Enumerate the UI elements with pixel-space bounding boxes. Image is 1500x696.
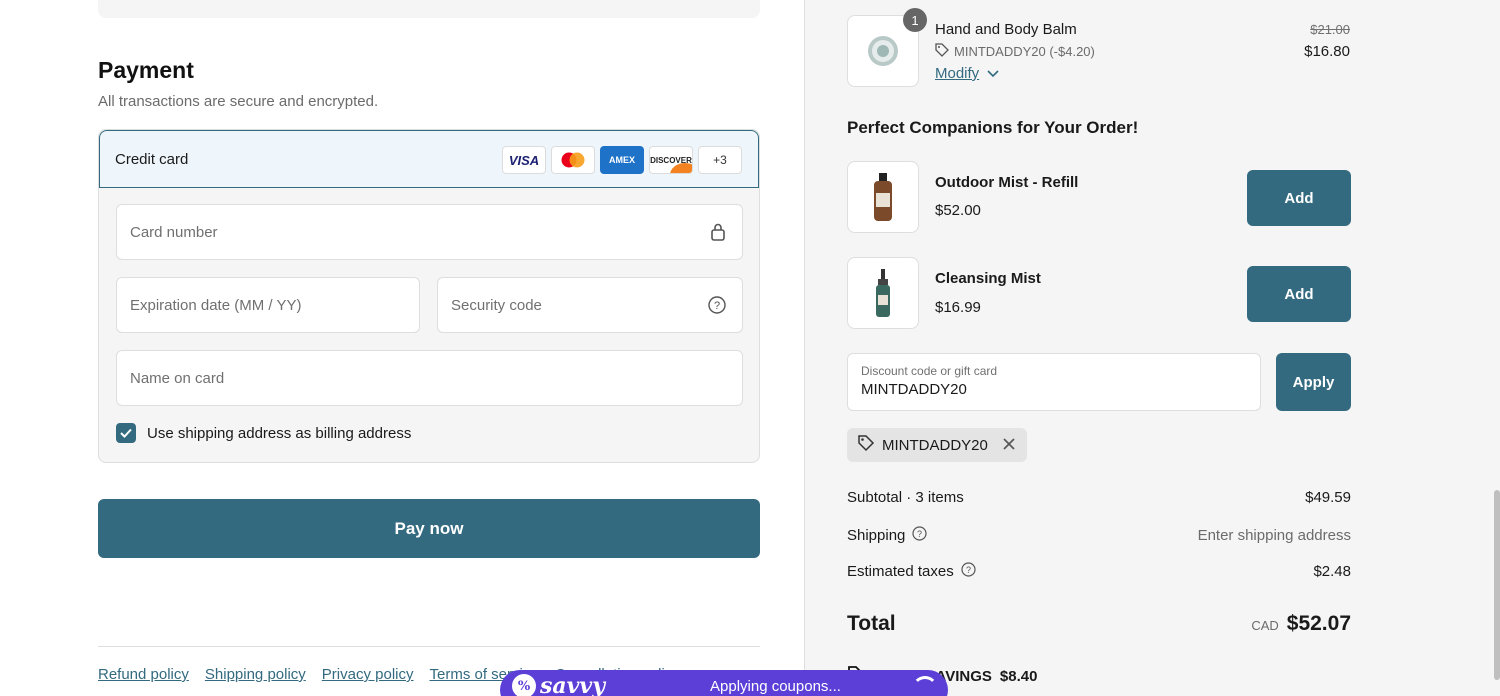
taxes-row: Estimated taxes ? $2.48 [847,562,1351,581]
payment-section: Payment All transactions are secure and … [0,0,804,696]
savings-value: $8.40 [999,667,1038,685]
help-circle-icon[interactable]: ? [961,562,976,581]
expiration-date-field[interactable]: Expiration date (MM / YY) [116,277,420,333]
chevron-down-icon [987,65,999,82]
discounted-price: $16.80 [1304,43,1350,60]
svg-text:?: ? [966,565,971,575]
discover-logo: DISCOVER [649,146,693,174]
companion-price: $16.99 [935,299,981,316]
shipping-value: Enter shipping address [1197,527,1351,544]
shipping-label: Shipping [847,527,906,544]
security-code-field[interactable]: Security code ? [437,277,743,333]
pay-now-button[interactable]: Pay now [98,499,760,558]
apply-button[interactable]: Apply [1276,353,1351,411]
visa-logo: VISA [502,146,546,174]
card-number-placeholder: Card number [130,223,218,241]
subtotal-label: Subtotal · 3 items [847,489,964,506]
previous-section-card [98,0,760,18]
modify-link[interactable]: Modify [935,65,999,82]
credit-card-label: Credit card [115,150,189,168]
savvy-status: Applying coupons... [710,678,841,695]
item-discount-text: MINTDADDY20 (-$4.20) [954,44,1095,59]
total-row: Total CAD $52.07 [847,612,1351,636]
discount-code-input[interactable]: Discount code or gift card MINTDADDY20 [847,353,1261,411]
percent-icon: % [512,674,536,696]
loading-spinner-icon [912,676,938,696]
total-value: $52.07 [1286,612,1351,635]
shipping-row: Shipping ? Enter shipping address [847,526,1351,545]
shipping-policy-link[interactable]: Shipping policy [205,666,306,683]
savvy-brand: savvy [540,673,605,696]
companion-price: $52.00 [935,202,981,219]
lock-icon [710,222,726,246]
companions-title: Perfect Companions for Your Order! [847,118,1139,137]
help-circle-icon[interactable]: ? [708,296,726,318]
remove-code-icon[interactable] [1003,437,1015,454]
add-outdoor-mist-button[interactable]: Add [1247,170,1351,226]
billing-checkbox[interactable] [116,423,136,443]
discount-input-label: Discount code or gift card [861,364,998,378]
subtotal-value: $49.59 [1305,489,1351,506]
order-summary: 1 Hand and Body Balm MINTDADDY20 (-$4.20… [804,0,1500,696]
svg-text:?: ? [917,529,922,539]
payment-title: Payment [98,57,194,83]
total-label: Total [847,612,896,635]
card-number-field[interactable]: Card number [116,204,743,260]
product-thumbnail-cleansing-mist [847,257,919,329]
mastercard-logo [551,146,595,174]
tag-icon [857,434,875,456]
taxes-label: Estimated taxes [847,563,954,580]
refund-policy-link[interactable]: Refund policy [98,666,189,683]
product-thumbnail-outdoor-mist [847,161,919,233]
item-name: Hand and Body Balm [935,21,1077,38]
item-discount: MINTDADDY20 (-$4.20) [935,43,1095,60]
security-code-placeholder: Security code [451,296,542,314]
scrollbar[interactable] [1494,490,1500,680]
more-cards-badge: +3 [698,146,742,174]
subtotal-row: Subtotal · 3 items $49.59 [847,489,1351,506]
expiration-placeholder: Expiration date (MM / YY) [130,296,302,314]
tag-icon [935,43,949,60]
savvy-logo: % savvy [512,673,605,696]
discount-input-value: MINTDADDY20 [861,381,967,398]
billing-address-option[interactable]: Use shipping address as billing address [116,423,411,443]
companion-name: Cleansing Mist [935,270,1041,287]
modify-label: Modify [935,65,980,82]
add-cleansing-mist-button[interactable]: Add [1247,266,1351,322]
taxes-value: $2.48 [1313,563,1351,580]
svg-text:?: ? [714,300,720,312]
applied-code: MINTDADDY20 [882,436,988,454]
currency-code: CAD [1251,618,1279,633]
companion-name: Outdoor Mist - Refill [935,174,1079,191]
savvy-extension-bar[interactable]: % savvy Applying coupons... [500,670,948,696]
original-price: $21.00 [1310,22,1350,37]
amex-logo: AMEX [600,146,644,174]
billing-checkbox-label: Use shipping address as billing address [147,424,412,442]
quantity-badge: 1 [903,8,927,32]
applied-discount-chip: MINTDADDY20 [847,428,1027,462]
payment-subtitle: All transactions are secure and encrypte… [98,93,379,110]
name-on-card-field[interactable]: Name on card [116,350,743,406]
name-on-card-placeholder: Name on card [130,369,225,387]
footer-divider [98,646,760,647]
card-logos: VISA AMEX DISCOVER +3 [502,146,742,174]
help-circle-icon[interactable]: ? [912,526,927,545]
privacy-policy-link[interactable]: Privacy policy [322,666,414,683]
credit-card-option[interactable]: Credit card VISA AMEX DISCOVER +3 [99,130,759,188]
